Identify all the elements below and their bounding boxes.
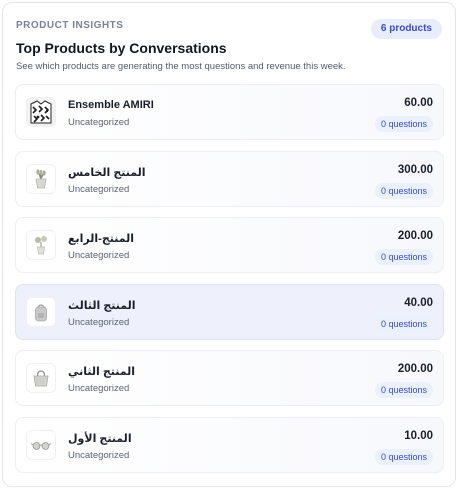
backpack-icon (26, 296, 56, 327)
product-category: Uncategorized (68, 316, 130, 328)
product-category: Uncategorized (68, 117, 130, 128)
plant-icon (26, 230, 56, 260)
product-category: Uncategorized (68, 449, 130, 461)
product-name: المنتج الخامس (68, 166, 146, 179)
product-category: Uncategorized (68, 383, 130, 394)
product-row[interactable]: المنتج الثالث Uncategorized 40.00 0 ques… (15, 283, 444, 340)
plant-pot-icon (26, 163, 56, 194)
product-list: Ensemble AMIRI Uncategorized 60.00 0 que… (15, 84, 444, 483)
product-count-badge: 6 products (370, 19, 442, 39)
product-row[interactable]: Ensemble AMIRI Uncategorized 60.00 0 que… (15, 84, 444, 140)
questions-badge: 0 questions (374, 382, 433, 398)
tote-bag-icon (26, 363, 56, 393)
questions-badge: 0 questions (374, 448, 433, 465)
product-row[interactable]: المنتج الأول Uncategorized 10.00 0 quest… (15, 416, 444, 473)
product-name: المنتج الثاني (68, 366, 136, 378)
product-category: Uncategorized (68, 183, 130, 195)
card-title: Top Products by Conversations (16, 40, 227, 56)
product-price: 60.00 (404, 97, 433, 109)
section-eyebrow: PRODUCT INSIGHTS (16, 20, 124, 31)
product-insights-card: PRODUCT INSIGHTS 6 products Top Products… (2, 2, 456, 487)
product-name: المنتج الثالث (68, 299, 136, 312)
product-price: 40.00 (404, 296, 433, 309)
product-row[interactable]: المنتج الخامس Uncategorized 300.00 0 que… (15, 150, 444, 207)
product-name: المنتج الأول (68, 432, 132, 445)
product-category: Uncategorized (68, 250, 130, 261)
product-row[interactable]: المنتج-الرابع Uncategorized 200.00 0 que… (15, 217, 444, 273)
product-price: 200.00 (397, 230, 433, 242)
product-price: 200.00 (397, 363, 433, 375)
questions-badge: 0 questions (374, 315, 433, 332)
questions-badge: 0 questions (374, 182, 433, 199)
product-row[interactable]: المنتج الثاني Uncategorized 200.00 0 que… (15, 350, 444, 406)
product-price: 10.00 (404, 429, 433, 442)
card-subtitle: See which products are generating the mo… (16, 61, 346, 72)
sunglasses-icon (26, 429, 56, 460)
questions-badge: 0 questions (374, 249, 433, 265)
questions-badge: 0 questions (374, 116, 433, 132)
patterned-garment-icon (26, 97, 56, 127)
product-name: Ensemble AMIRI (68, 99, 154, 111)
product-price: 300.00 (397, 163, 433, 176)
product-name: المنتج-الرابع (68, 233, 135, 245)
